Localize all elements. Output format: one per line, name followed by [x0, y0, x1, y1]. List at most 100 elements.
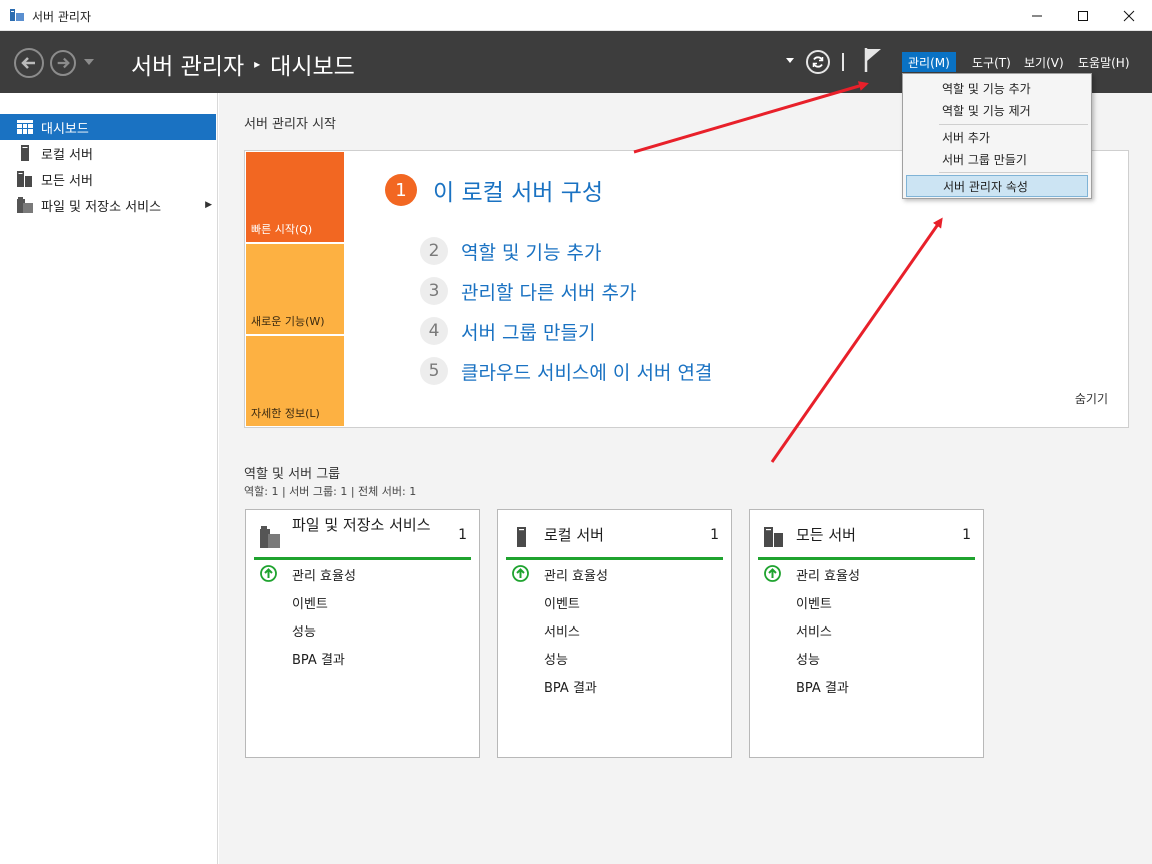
back-button[interactable]	[14, 48, 44, 78]
card-row-services[interactable]: 서비스	[544, 621, 580, 640]
sidebar-item-dashboard[interactable]: 대시보드	[0, 114, 216, 140]
step-configure-local-server[interactable]: 1 이 로컬 서버 구성	[385, 173, 603, 207]
sidebar-item-label: 모든 서버	[41, 173, 93, 189]
menu-item-remove-roles[interactable]: 역할 및 기능 제거	[906, 99, 1088, 121]
step-add-servers[interactable]: 3 관리할 다른 서버 추가	[420, 277, 636, 305]
menu-item-add-roles[interactable]: 역할 및 기능 추가	[906, 77, 1088, 99]
breadcrumb: 서버 관리자 ▸ 대시보드	[131, 47, 355, 81]
menu-separator	[939, 124, 1088, 125]
card-count: 1	[458, 527, 467, 543]
step-number: 1	[385, 174, 417, 206]
roles-summary: 역할: 1 | 서버 그룹: 1 | 전체 서버: 1	[244, 485, 417, 498]
quick-start-heading: 서버 관리자 시작	[244, 117, 336, 132]
card-title[interactable]: 파일 및 저장소 서비스	[292, 516, 442, 535]
menu-view[interactable]: 보기(V)	[1018, 52, 1070, 72]
role-card-all-servers[interactable]: 모든 서버 1 관리 효율성 이벤트 서비스 성능 BPA 결과	[749, 509, 984, 758]
menu-item-add-servers[interactable]: 서버 추가	[906, 126, 1088, 148]
card-status-line	[506, 557, 723, 560]
breadcrumb-page: 대시보드	[270, 54, 355, 80]
card-title[interactable]: 로컬 서버	[544, 526, 694, 545]
minimize-icon	[1032, 15, 1042, 16]
tile-label: 빠른 시작(Q)	[251, 223, 313, 236]
card-row-bpa[interactable]: BPA 결과	[796, 677, 849, 696]
card-row-bpa[interactable]: BPA 결과	[544, 677, 597, 696]
card-count: 1	[710, 527, 719, 543]
card-row-performance[interactable]: 성능	[796, 649, 820, 668]
role-card-local-server[interactable]: 로컬 서버 1 관리 효율성 이벤트 서비스 성능 BPA 결과	[497, 509, 732, 758]
card-status-line	[254, 557, 471, 560]
step-label: 역할 및 기능 추가	[461, 241, 602, 264]
card-title[interactable]: 모든 서버	[796, 526, 946, 545]
sidebar-item-label: 파일 및 저장소 서비스	[41, 199, 162, 215]
tile-learn-more[interactable]: 자세한 정보(L)	[246, 336, 344, 426]
refresh-icon	[812, 56, 824, 68]
file-storage-icon	[260, 526, 280, 548]
history-dropdown-icon[interactable]	[84, 59, 94, 65]
maximize-icon	[1078, 10, 1088, 21]
servers-icon	[764, 527, 783, 547]
step-label: 이 로컬 서버 구성	[433, 180, 604, 206]
tile-quick-start[interactable]: 빠른 시작(Q)	[246, 152, 344, 242]
step-number: 2	[420, 237, 448, 265]
minimize-button[interactable]	[1014, 0, 1060, 31]
menu-manage[interactable]: 관리(M)	[902, 52, 956, 72]
sidebar-item-label: 로컬 서버	[41, 147, 93, 163]
card-status-line	[758, 557, 975, 560]
menu-separator	[939, 172, 1088, 173]
dashboard-content: 서버 관리자 시작 빠른 시작(Q) 새로운 기능(W) 자세한 정보(L) 1…	[219, 93, 1152, 864]
server-icon	[517, 527, 526, 547]
step-add-roles[interactable]: 2 역할 및 기능 추가	[420, 237, 601, 265]
maximize-button[interactable]	[1060, 0, 1106, 31]
card-row-services[interactable]: 서비스	[796, 621, 832, 640]
step-label: 서버 그룹 만들기	[461, 321, 596, 344]
breadcrumb-separator-icon: ▸	[254, 57, 261, 71]
menu-item-server-manager-properties[interactable]: 서버 관리자 속성	[906, 175, 1088, 197]
menu-help[interactable]: 도움말(H)	[1072, 52, 1136, 72]
card-row-events[interactable]: 이벤트	[292, 593, 328, 612]
sidebar-item-file-storage[interactable]: 파일 및 저장소 서비스 ▶	[0, 192, 216, 218]
card-row-manageability[interactable]: 관리 효율성	[292, 565, 356, 584]
expand-arrow-icon[interactable]: ▶	[205, 200, 212, 210]
notifications-flag-icon[interactable]	[863, 47, 883, 73]
card-row-manageability[interactable]: 관리 효율성	[544, 565, 608, 584]
tile-label: 자세한 정보(L)	[251, 407, 320, 420]
step-number: 3	[420, 277, 448, 305]
step-number: 5	[420, 357, 448, 385]
title-bar: 서버 관리자	[0, 0, 1152, 31]
tile-whats-new[interactable]: 새로운 기능(W)	[246, 244, 344, 334]
dashboard-icon	[17, 119, 33, 135]
step-label: 클라우드 서비스에 이 서버 연결	[461, 361, 713, 384]
role-card-file-storage[interactable]: 파일 및 저장소 서비스 1 관리 효율성 이벤트 성능 BPA 결과	[245, 509, 480, 758]
server-icon	[17, 145, 33, 161]
menu-tools[interactable]: 도구(T)	[966, 52, 1017, 72]
forward-button[interactable]	[50, 50, 76, 76]
card-row-events[interactable]: 이벤트	[796, 593, 832, 612]
close-button[interactable]	[1106, 0, 1152, 31]
header-dropdown-icon[interactable]	[786, 58, 794, 64]
forward-arrow-icon	[57, 57, 70, 69]
card-row-bpa[interactable]: BPA 결과	[292, 649, 345, 668]
sidebar-item-local-server[interactable]: 로컬 서버	[0, 140, 216, 166]
refresh-button[interactable]	[806, 50, 830, 74]
status-ok-icon	[512, 565, 529, 582]
server-manager-app-icon	[10, 9, 24, 21]
card-row-performance[interactable]: 성능	[292, 621, 316, 640]
step-connect-cloud[interactable]: 5 클라우드 서비스에 이 서버 연결	[420, 357, 712, 385]
status-ok-icon	[764, 565, 781, 582]
step-create-server-group[interactable]: 4 서버 그룹 만들기	[420, 317, 595, 345]
card-count: 1	[962, 527, 971, 543]
sidebar-item-label: 대시보드	[41, 121, 89, 137]
menu-item-create-server-group[interactable]: 서버 그룹 만들기	[906, 148, 1088, 170]
card-row-events[interactable]: 이벤트	[544, 593, 580, 612]
breadcrumb-app[interactable]: 서버 관리자	[131, 47, 244, 81]
status-ok-icon	[260, 565, 277, 582]
tile-label: 새로운 기능(W)	[251, 315, 325, 328]
hide-button[interactable]: 숨기기	[1075, 390, 1108, 407]
card-row-manageability[interactable]: 관리 효율성	[796, 565, 860, 584]
card-row-performance[interactable]: 성능	[544, 649, 568, 668]
sidebar-item-all-servers[interactable]: 모든 서버	[0, 166, 216, 192]
close-icon	[1123, 10, 1135, 21]
window-title: 서버 관리자	[32, 10, 92, 24]
header-divider	[842, 53, 844, 71]
step-label: 관리할 다른 서버 추가	[461, 281, 637, 304]
